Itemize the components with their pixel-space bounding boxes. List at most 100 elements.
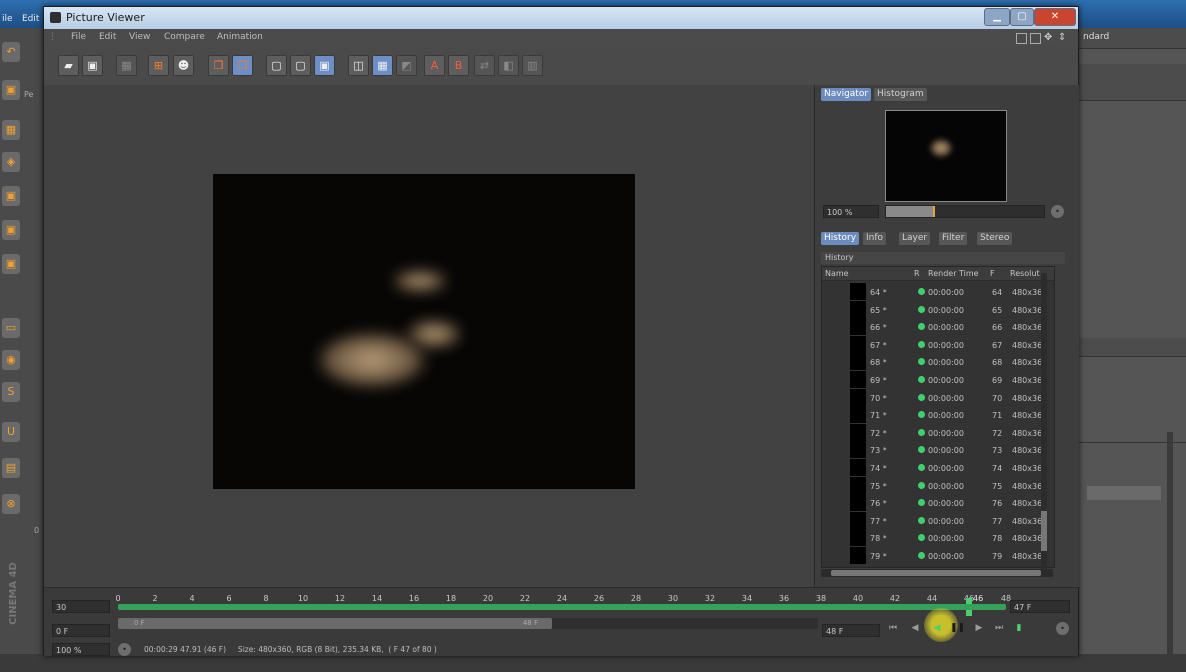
user-icon[interactable]: ☻: [173, 55, 194, 76]
table-row[interactable]: 67 * 00:00:00 67 480x36: [822, 335, 1054, 354]
history-horizontal-scrollbar[interactable]: [821, 569, 1053, 577]
lock-tool-icon[interactable]: ▤: [2, 458, 20, 478]
swap-icon[interactable]: ⇄: [474, 55, 495, 76]
frame-display-field[interactable]: 47 F: [1010, 600, 1070, 613]
table-row[interactable]: 72 * 00:00:00 72 480x36: [822, 423, 1054, 442]
rect-region-icon[interactable]: ▢: [266, 55, 287, 76]
grid-view-icon[interactable]: ▦: [372, 55, 393, 76]
table-row[interactable]: 78 * 00:00:00 78 480x36: [822, 529, 1054, 547]
go-to-end-icon[interactable]: ⏭: [992, 622, 1006, 635]
layer-tool-icon[interactable]: ◈: [2, 152, 20, 172]
layout-field[interactable]: ndard: [1083, 32, 1109, 42]
split-icon[interactable]: ◧: [498, 55, 519, 76]
maximize-button[interactable]: ▢: [1010, 8, 1034, 26]
menu-edit[interactable]: Edit: [99, 32, 116, 42]
col-frame[interactable]: F: [990, 269, 995, 278]
copy-icon[interactable]: ❐: [208, 55, 229, 76]
cube-tool-icon[interactable]: ▣: [2, 80, 20, 100]
layout-icon[interactable]: [1016, 33, 1027, 44]
step-back-icon[interactable]: ◀: [908, 622, 922, 635]
magnet-tool-icon[interactable]: U: [2, 422, 20, 442]
history-hscroll-thumb[interactable]: [831, 570, 1041, 576]
range-track[interactable]: [552, 618, 818, 629]
mouse-tool-icon[interactable]: ◉: [2, 350, 20, 370]
history-scroll-thumb[interactable]: [1041, 511, 1047, 551]
copy-active-icon[interactable]: ❐: [232, 55, 253, 76]
compare-ab-icon[interactable]: ◫: [348, 55, 369, 76]
tab-info[interactable]: Info: [863, 232, 887, 245]
play-back-icon[interactable]: ◀: [930, 622, 944, 635]
bg-right-scrollbar[interactable]: [1167, 432, 1173, 672]
bg-menu-file[interactable]: ile: [2, 14, 13, 24]
axis-tool-icon[interactable]: ⊗: [2, 494, 20, 514]
bg-right-slider[interactable]: [1087, 486, 1161, 500]
resize-icon[interactable]: ⇕: [1058, 33, 1067, 43]
table-row[interactable]: 70 * 00:00:00 70 480x36: [822, 388, 1054, 407]
ruler-tool-icon[interactable]: ▭: [2, 318, 20, 338]
table-row[interactable]: 77 * 00:00:00 77 480x36: [822, 511, 1054, 530]
tab-history[interactable]: History: [821, 232, 860, 245]
navigator-zoom-field[interactable]: 100 %: [823, 205, 879, 218]
menu-view[interactable]: View: [129, 32, 150, 42]
set-b-icon[interactable]: B: [448, 55, 469, 76]
play-range-bar[interactable]: 0 F 48 F: [118, 618, 552, 629]
go-to-start-icon[interactable]: ⏮: [886, 622, 900, 635]
navigator-thumbnail[interactable]: [885, 110, 1007, 202]
tab-stereo[interactable]: Stereo: [977, 232, 1013, 245]
table-row[interactable]: 69 * 00:00:00 69 480x36: [822, 371, 1054, 389]
export-icon[interactable]: ⊞: [148, 55, 169, 76]
table-row[interactable]: 65 * 00:00:00 65 480x36: [822, 300, 1054, 319]
status-options-icon[interactable]: •: [118, 643, 131, 656]
region-icon[interactable]: ▢: [290, 55, 311, 76]
timeline-options-icon[interactable]: •: [1056, 622, 1069, 635]
save-icon[interactable]: ▣: [82, 55, 103, 76]
table-row[interactable]: 64 * 00:00:00 64 480x36: [822, 283, 1054, 301]
menu-compare[interactable]: Compare: [164, 32, 205, 42]
region-alt-icon[interactable]: ▣: [314, 55, 335, 76]
grid-icon[interactable]: ▦: [116, 55, 137, 76]
move-icon[interactable]: ✥: [1044, 33, 1053, 43]
zoom-field[interactable]: 100 %: [52, 643, 110, 656]
tab-histogram[interactable]: Histogram: [874, 88, 927, 101]
tab-navigator[interactable]: Navigator: [821, 88, 872, 101]
ab-icon[interactable]: ◩: [396, 55, 417, 76]
table-row[interactable]: 75 * 00:00:00 75 480x36: [822, 476, 1054, 495]
minimize-button[interactable]: ▁: [984, 8, 1010, 26]
navigator-options-icon[interactable]: •: [1051, 205, 1064, 218]
table-row[interactable]: 66 * 00:00:00 66 480x36: [822, 318, 1054, 336]
tab-layer[interactable]: Layer: [899, 232, 931, 245]
image-viewport[interactable]: [44, 85, 814, 587]
pause-icon[interactable]: ❚❚: [950, 622, 965, 635]
menu-file[interactable]: File: [71, 32, 86, 42]
box-tool-icon[interactable]: ▣: [2, 186, 20, 206]
navigator-zoom-slider[interactable]: [885, 205, 1045, 218]
cube-alt-tool-icon[interactable]: ▣: [2, 254, 20, 274]
table-row[interactable]: 76 * 00:00:00 76 480x36: [822, 494, 1054, 512]
set-a-icon[interactable]: A: [424, 55, 445, 76]
table-row[interactable]: 73 * 00:00:00 73 480x36: [822, 441, 1054, 459]
snap-tool-icon[interactable]: S: [2, 382, 20, 402]
loop-icon[interactable]: ▮: [1012, 622, 1026, 635]
diff-icon[interactable]: ▥: [522, 55, 543, 76]
checker-tool-icon[interactable]: ▦: [2, 120, 20, 140]
step-forward-icon[interactable]: ▶: [972, 622, 986, 635]
box-alt-tool-icon[interactable]: ▣: [2, 220, 20, 240]
col-render-time[interactable]: Render Time: [928, 269, 979, 278]
undo-icon[interactable]: ↶: [2, 42, 20, 62]
col-name[interactable]: Name: [825, 269, 849, 278]
dock-icon[interactable]: [1030, 33, 1041, 44]
table-row[interactable]: 68 * 00:00:00 68 480x36: [822, 353, 1054, 371]
end-frame-field[interactable]: 48 F: [822, 624, 880, 637]
table-row[interactable]: 74 * 00:00:00 74 480x36: [822, 459, 1054, 477]
history-vertical-scrollbar[interactable]: [1041, 273, 1047, 573]
tab-filter[interactable]: Filter: [939, 232, 968, 245]
fps-field[interactable]: 30: [52, 600, 110, 613]
table-row[interactable]: 79 * 00:00:00 79 480x36: [822, 547, 1054, 565]
table-row[interactable]: 71 * 00:00:00 71 480x36: [822, 406, 1054, 424]
open-icon[interactable]: ▰: [58, 55, 79, 76]
start-frame-field[interactable]: 0 F: [52, 624, 110, 637]
menu-animation[interactable]: Animation: [217, 32, 263, 42]
col-r[interactable]: R: [914, 269, 920, 278]
bg-menu-edit[interactable]: Edit: [22, 14, 39, 24]
close-button[interactable]: ✕: [1034, 8, 1076, 26]
